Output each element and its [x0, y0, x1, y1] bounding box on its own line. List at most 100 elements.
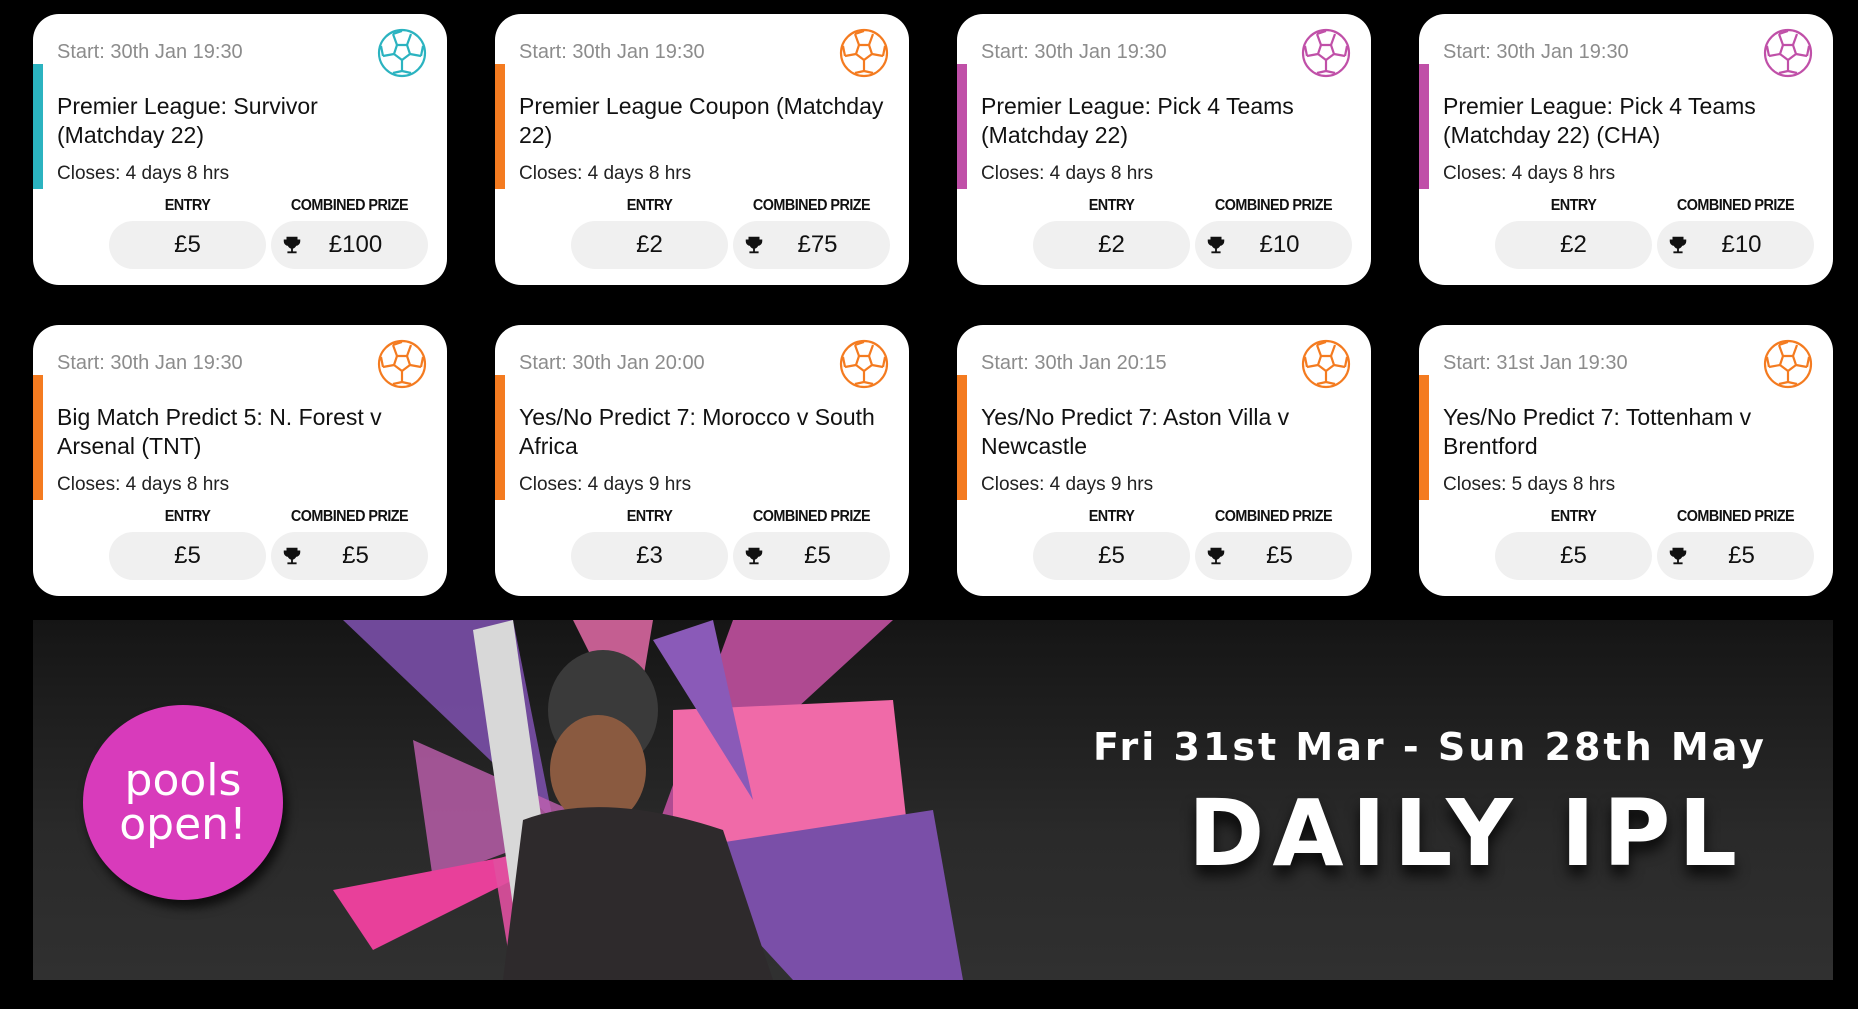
pool-card[interactable]: Start: 30th Jan 19:30 Premier League Cou…	[495, 14, 909, 285]
banner-headline: DAILY IPL	[1188, 780, 1746, 887]
prize-value: £5	[342, 542, 369, 569]
card-closes: Closes: 4 days 8 hrs	[1443, 163, 1616, 184]
entry-value: £2	[636, 231, 663, 258]
entry-label: ENTRY	[626, 197, 673, 214]
entry-fee-button[interactable]: £2	[1033, 221, 1190, 269]
card-title[interactable]: Yes/No Predict 7: Tottenham v Brentford	[1443, 403, 1813, 461]
prize-pill: £10	[1195, 221, 1352, 269]
card-start-time: Start: 30th Jan 19:30	[519, 41, 705, 63]
trophy-icon	[743, 233, 765, 257]
card-closes: Closes: 4 days 8 hrs	[57, 474, 230, 495]
entry-label: ENTRY	[1088, 508, 1135, 525]
badge-line-1: pools	[124, 754, 242, 806]
pools-open-badge: pools open!	[83, 705, 283, 900]
football-icon	[377, 339, 427, 389]
entry-value: £5	[1098, 542, 1125, 569]
card-title[interactable]: Yes/No Predict 7: Morocco v South Africa	[519, 403, 889, 461]
card-start-time: Start: 30th Jan 19:30	[1443, 41, 1629, 63]
combined-prize-label: COMBINED PRIZE	[1214, 197, 1333, 214]
prize-value: £10	[1721, 231, 1762, 258]
combined-prize-label: COMBINED PRIZE	[752, 197, 871, 214]
prize-value: £5	[1266, 542, 1293, 569]
card-closes: Closes: 4 days 9 hrs	[519, 474, 692, 495]
card-start-time: Start: 30th Jan 20:15	[981, 352, 1167, 374]
entry-label: ENTRY	[1550, 197, 1597, 214]
card-start-time: Start: 30th Jan 19:30	[57, 41, 243, 63]
badge-line-2: open!	[119, 798, 247, 850]
football-icon	[377, 28, 427, 78]
card-closes: Closes: 4 days 8 hrs	[519, 163, 692, 184]
prize-value: £10	[1259, 231, 1300, 258]
prize-value: £100	[328, 231, 383, 258]
entry-fee-button[interactable]: £2	[571, 221, 728, 269]
trophy-icon	[1667, 233, 1689, 257]
pool-card[interactable]: Start: 30th Jan 19:30 Premier League: Su…	[33, 14, 447, 285]
card-title[interactable]: Premier League: Survivor (Matchday 22)	[57, 92, 427, 150]
entry-label: ENTRY	[164, 197, 211, 214]
card-accent-bar	[1419, 64, 1429, 189]
card-title[interactable]: Yes/No Predict 7: Aston Villa v Newcastl…	[981, 403, 1351, 461]
entry-value: £5	[1560, 542, 1587, 569]
trophy-icon	[281, 233, 303, 257]
pool-card[interactable]: Start: 30th Jan 20:00 Yes/No Predict 7: …	[495, 325, 909, 596]
card-title[interactable]: Big Match Predict 5: N. Forest v Arsenal…	[57, 403, 427, 461]
daily-ipl-banner[interactable]: pools open! Fri 31st Mar - Sun 28th May …	[33, 620, 1833, 980]
entry-label: ENTRY	[164, 508, 211, 525]
football-icon	[1301, 339, 1351, 389]
entry-fee-button[interactable]: £5	[1495, 532, 1652, 580]
trophy-icon	[1205, 233, 1227, 257]
entry-fee-button[interactable]: £3	[571, 532, 728, 580]
prize-pill: £5	[1195, 532, 1352, 580]
football-icon	[839, 339, 889, 389]
entry-label: ENTRY	[1550, 508, 1597, 525]
entry-label: ENTRY	[626, 508, 673, 525]
pool-card[interactable]: Start: 30th Jan 19:30 Big Match Predict …	[33, 325, 447, 596]
entry-label: ENTRY	[1088, 197, 1135, 214]
prize-pill: £10	[1657, 221, 1814, 269]
pool-card[interactable]: Start: 31st Jan 19:30 Yes/No Predict 7: …	[1419, 325, 1833, 596]
card-accent-bar	[495, 375, 505, 500]
entry-fee-button[interactable]: £5	[109, 532, 266, 580]
card-start-time: Start: 30th Jan 19:30	[57, 352, 243, 374]
combined-prize-label: COMBINED PRIZE	[1214, 508, 1333, 525]
pool-card[interactable]: Start: 30th Jan 20:15 Yes/No Predict 7: …	[957, 325, 1371, 596]
entry-value: £5	[174, 231, 201, 258]
entry-fee-button[interactable]: £2	[1495, 221, 1652, 269]
prize-value: £5	[1728, 542, 1755, 569]
prize-pill: £5	[1657, 532, 1814, 580]
trophy-icon	[1205, 544, 1227, 568]
trophy-icon	[743, 544, 765, 568]
card-start-time: Start: 30th Jan 20:00	[519, 352, 705, 374]
card-accent-bar	[957, 64, 967, 189]
entry-fee-button[interactable]: £5	[1033, 532, 1190, 580]
prize-value: £5	[804, 542, 831, 569]
pool-card[interactable]: Start: 30th Jan 19:30 Premier League: Pi…	[957, 14, 1371, 285]
banner-dates: Fri 31st Mar - Sun 28th May	[1093, 725, 1767, 769]
pool-card[interactable]: Start: 30th Jan 19:30 Premier League: Pi…	[1419, 14, 1833, 285]
football-icon	[1763, 339, 1813, 389]
combined-prize-label: COMBINED PRIZE	[1676, 508, 1795, 525]
combined-prize-label: COMBINED PRIZE	[752, 508, 871, 525]
entry-fee-button[interactable]: £5	[109, 221, 266, 269]
card-closes: Closes: 4 days 9 hrs	[981, 474, 1154, 495]
prize-pill: £5	[271, 532, 428, 580]
football-icon	[839, 28, 889, 78]
card-accent-bar	[957, 375, 967, 500]
entry-value: £2	[1098, 231, 1125, 258]
card-accent-bar	[1419, 375, 1429, 500]
card-closes: Closes: 4 days 8 hrs	[57, 163, 230, 184]
card-title[interactable]: Premier League Coupon (Matchday 22)	[519, 92, 889, 150]
card-accent-bar	[33, 64, 43, 189]
entry-value: £2	[1560, 231, 1587, 258]
combined-prize-label: COMBINED PRIZE	[290, 197, 409, 214]
card-closes: Closes: 5 days 8 hrs	[1443, 474, 1616, 495]
prize-value: £75	[797, 231, 838, 258]
trophy-icon	[281, 544, 303, 568]
trophy-icon	[1667, 544, 1689, 568]
card-title[interactable]: Premier League: Pick 4 Teams (Matchday 2…	[981, 92, 1351, 150]
card-accent-bar	[33, 375, 43, 500]
prize-pill: £100	[271, 221, 428, 269]
card-accent-bar	[495, 64, 505, 189]
card-start-time: Start: 30th Jan 19:30	[981, 41, 1167, 63]
card-title[interactable]: Premier League: Pick 4 Teams (Matchday 2…	[1443, 92, 1813, 150]
